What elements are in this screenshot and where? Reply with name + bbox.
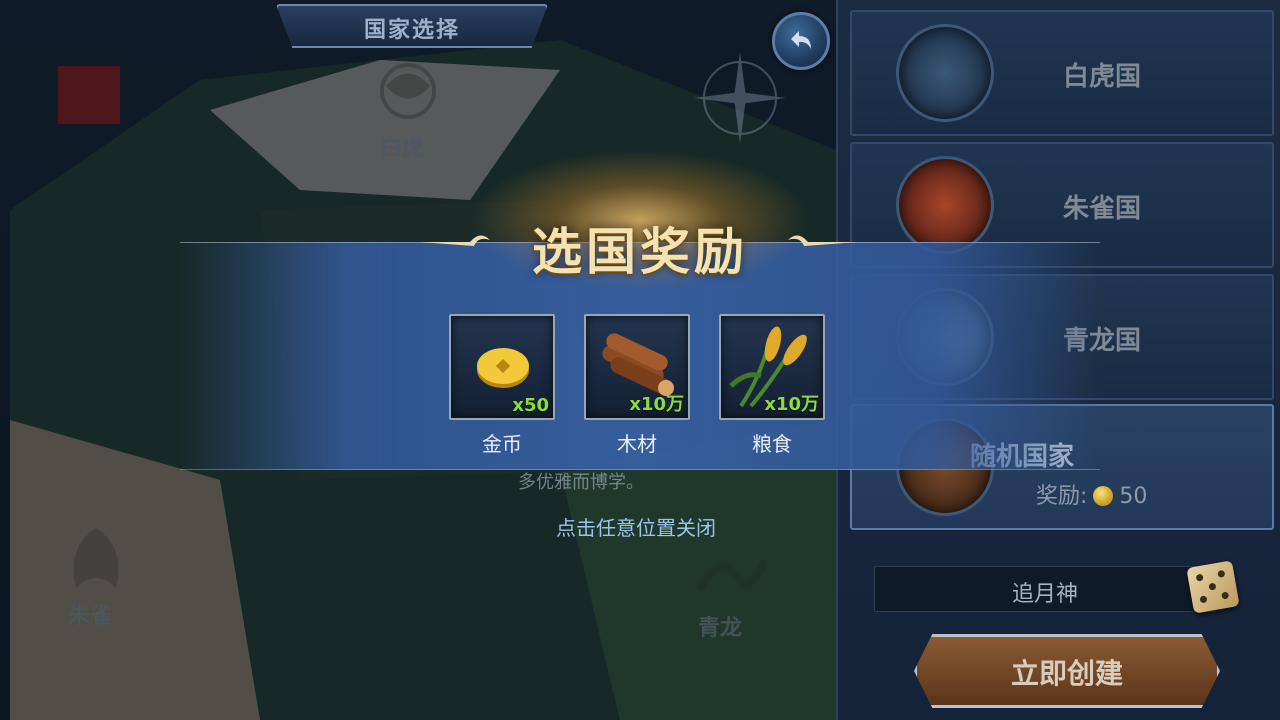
title-plate: 国家选择 xyxy=(276,4,548,48)
reward-amount: 50 xyxy=(1119,484,1148,509)
random-name-dice-icon[interactable] xyxy=(1186,560,1240,614)
map-label-dragon: 青龙 xyxy=(698,616,743,641)
nation-card-white-tiger[interactable]: 白虎国 xyxy=(850,10,1274,136)
reward-label: 奖励: xyxy=(1036,484,1088,509)
reward-qty: x50 xyxy=(512,395,549,416)
reward-slot: x10万 xyxy=(584,314,690,420)
azure-dragon-emblem-icon xyxy=(696,558,769,592)
reward-name: 木材 xyxy=(617,432,657,456)
reward-slot: x50 xyxy=(449,314,555,420)
reward-name: 粮食 xyxy=(752,432,792,456)
random-reward: 奖励: 50 xyxy=(1036,478,1147,510)
reward-item-grain: x10万 粮食 xyxy=(719,314,825,457)
nation-name: 白虎国 xyxy=(1062,62,1141,92)
close-hint: 点击任意位置关闭 xyxy=(556,516,716,540)
popup-title: 选国奖励 xyxy=(532,223,748,281)
map-label-tiger: 白虎 xyxy=(380,136,425,161)
coin-icon xyxy=(1093,486,1114,506)
nation-description: 多优雅而博学。 xyxy=(518,472,644,493)
reward-item-wood: x10万 木材 xyxy=(584,314,690,457)
right-ornament-icon xyxy=(788,235,858,246)
back-button[interactable] xyxy=(772,12,830,70)
map-label-phoenix: 朱雀 xyxy=(68,604,113,629)
nation-name: 朱雀国 xyxy=(1062,194,1141,224)
left-ornament-icon xyxy=(420,235,490,246)
reward-name: 金币 xyxy=(482,432,522,456)
compass-rose-icon xyxy=(694,52,786,144)
page-title: 国家选择 xyxy=(363,18,460,43)
back-arrow-icon xyxy=(791,31,811,49)
reward-qty: x10万 xyxy=(764,394,819,415)
reward-slot: x10万 xyxy=(719,314,825,420)
white-tiger-emblem-icon xyxy=(380,63,436,119)
reward-qty: x10万 xyxy=(629,394,684,415)
create-button[interactable]: 立即创建 xyxy=(914,634,1220,708)
red-seal xyxy=(58,66,120,124)
player-name-text: 追月神 xyxy=(1011,582,1078,607)
create-button-label: 立即创建 xyxy=(1010,657,1123,690)
player-name-input[interactable]: 追月神 xyxy=(874,566,1216,612)
reward-item-gold: x50 金币 xyxy=(449,314,555,457)
